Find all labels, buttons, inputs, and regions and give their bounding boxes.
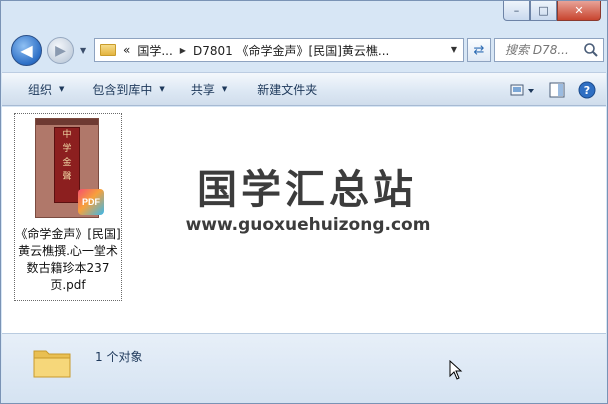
watermark-title: 国学汇总站 [197, 167, 417, 213]
search-box[interactable] [494, 38, 604, 62]
chevron-down-icon: ▼ [59, 85, 65, 93]
breadcrumb-chevron-icon[interactable]: ▶ [180, 46, 186, 55]
command-bar: 组织 ▼ 包含到库中 ▼ 共享 ▼ 新建文件夹 ? [2, 72, 606, 106]
address-row: ◀ ▶ ▼ « 国学... ▶ D7801 《命学金声》[民国]黄云樵... ▼… [1, 33, 607, 69]
item-count: 1 个对象 [95, 350, 143, 364]
share-menu[interactable]: 共享 ▼ [180, 77, 238, 101]
cover-char: 中 [62, 130, 72, 140]
chevron-down-icon: ▼ [159, 85, 165, 93]
refresh-icon: ⇄ [473, 42, 485, 58]
cover-title-band: 中 学 金 聲 [54, 127, 80, 203]
minimize-button[interactable]: – [503, 1, 530, 21]
cover-char: 学 [62, 144, 72, 154]
preview-pane-icon [549, 82, 565, 98]
preview-pane-button[interactable] [546, 79, 568, 101]
address-bar[interactable]: « 国学... ▶ D7801 《命学金声》[民国]黄云樵... ▼ [94, 38, 464, 62]
watermark-url: www.guoxuehuizong.com [185, 215, 431, 235]
details-pane: 1 个对象 [2, 333, 606, 403]
search-icon[interactable] [583, 42, 599, 58]
forward-button[interactable]: ▶ [47, 37, 74, 64]
explorer-window: – □ ✕ ◀ ▶ ▼ « 国学... ▶ D7801 《命学金声》[民国]黄云… [0, 0, 608, 404]
pdf-icon: PDF [78, 189, 104, 215]
maximize-button[interactable]: □ [530, 1, 557, 21]
chevron-down-icon: ▼ [221, 85, 228, 93]
back-button[interactable]: ◀ [11, 35, 42, 66]
view-controls: ? [500, 79, 598, 101]
include-in-library-menu[interactable]: 包含到库中 ▼ [81, 77, 175, 101]
organize-label: 组织 [28, 82, 53, 97]
change-view-button[interactable] [508, 79, 538, 101]
breadcrumb-current-folder[interactable]: D7801 《命学金声》[民国]黄云樵... [193, 42, 389, 59]
file-list-area[interactable]: 中 学 金 聲 PDF 《命学金声》[民国]黄云樵撰.心一堂术数古籍珍本237页… [2, 107, 606, 339]
new-folder-button[interactable]: 新建文件夹 [246, 77, 328, 101]
caption-buttons: – □ ✕ [503, 1, 601, 21]
help-button[interactable]: ? [576, 79, 598, 101]
arrow-right-icon: ▶ [55, 42, 66, 59]
include-library-label: 包含到库中 [92, 82, 153, 97]
breadcrumb-guoxue[interactable]: 国学... [137, 42, 172, 59]
share-label: 共享 [190, 82, 215, 97]
new-folder-label: 新建文件夹 [257, 82, 318, 97]
cover-char: 金 [62, 158, 72, 168]
arrow-left-icon: ◀ [20, 41, 33, 60]
file-name-label[interactable]: 《命学金声》[民国]黄云樵撰.心一堂术数古籍珍本237页.pdf [15, 226, 121, 294]
mouse-cursor-icon [449, 360, 463, 380]
folder-icon [33, 350, 71, 378]
close-button[interactable]: ✕ [557, 1, 601, 21]
folder-icon [100, 44, 116, 56]
recent-pages-dropdown[interactable]: ▼ [80, 46, 86, 55]
breadcrumb-overflow[interactable]: « [123, 43, 130, 57]
help-icon: ? [578, 81, 596, 99]
cover-char: 聲 [62, 172, 72, 182]
organize-menu[interactable]: 组织 ▼ [17, 77, 75, 101]
address-dropdown-icon[interactable]: ▼ [451, 45, 457, 54]
search-input[interactable] [505, 43, 589, 57]
svg-text:?: ? [584, 84, 590, 97]
view-icon [510, 84, 534, 96]
file-item-pdf[interactable]: 中 学 金 聲 PDF 《命学金声》[民国]黄云樵撰.心一堂术数古籍珍本237页… [14, 113, 122, 301]
refresh-button[interactable]: ⇄ [467, 38, 491, 62]
